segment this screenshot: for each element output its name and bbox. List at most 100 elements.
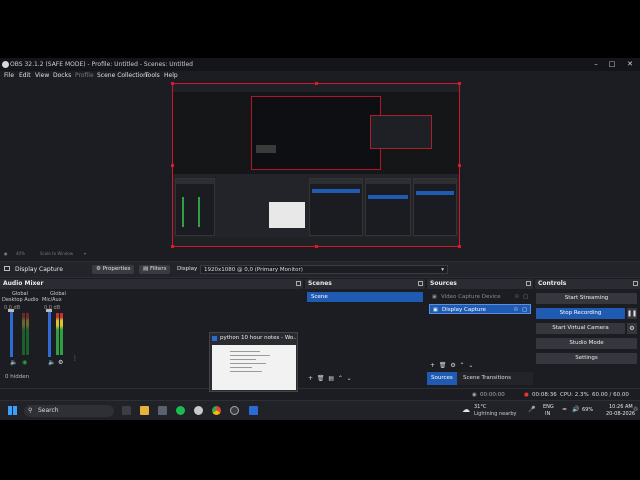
chrome-icon[interactable]: [212, 406, 221, 415]
mixer-menu-icon[interactable]: ⋮: [72, 355, 78, 362]
weather-temp: 31°C: [474, 404, 487, 410]
start-streaming-button[interactable]: Start Streaming: [536, 293, 637, 304]
volume-slider[interactable]: [48, 309, 51, 357]
filter-icon[interactable]: ▤: [328, 375, 334, 382]
controls-header: Controls: [535, 279, 640, 289]
hidden-count: 0 hidden: [5, 374, 30, 380]
menu-scene-collection[interactable]: Scene Collection: [97, 71, 147, 81]
zoom-level[interactable]: 40%: [16, 249, 25, 259]
undock-icon[interactable]: [633, 281, 638, 286]
lock-icon[interactable]: □: [523, 292, 528, 302]
chevron-down-icon[interactable]: ▾: [84, 249, 86, 259]
undock-icon[interactable]: [418, 281, 423, 286]
preview-area[interactable]: [0, 81, 640, 249]
lock-icon[interactable]: □: [522, 305, 527, 315]
nested-panels: [173, 174, 459, 244]
trash-icon[interactable]: 🗑: [439, 362, 447, 369]
wifi-icon[interactable]: ≈: [562, 406, 567, 413]
spotify-icon[interactable]: [176, 406, 185, 415]
clock-date[interactable]: 20-08-2026: [606, 411, 635, 417]
search-icon: ⚲: [28, 407, 33, 414]
store-icon[interactable]: [158, 406, 167, 415]
scale-to-window[interactable]: Scale to Window: [40, 249, 73, 259]
undock-icon[interactable]: [296, 281, 301, 286]
chevron-down-icon: ▾: [441, 267, 444, 273]
display-select[interactable]: 1920x1080 @ 0,0 (Primary Monitor) ▾: [200, 265, 448, 274]
word-taskbar-icon[interactable]: [249, 406, 258, 415]
maximize-button[interactable]: □: [604, 58, 620, 71]
start-virtual-camera-button[interactable]: Start Virtual Camera: [536, 323, 625, 334]
nested-controls: [413, 178, 457, 236]
nested-scenes: [309, 178, 363, 236]
source-item-display-capture[interactable]: ▣ Display Capture ☉ □: [429, 304, 531, 314]
preview-tools: ● 40% Scale to Window ▾: [0, 249, 640, 259]
speaker-icon[interactable]: 🔊: [572, 406, 579, 413]
chatgpt-icon[interactable]: [194, 406, 203, 415]
chevron-up-icon[interactable]: ⌃: [460, 362, 465, 369]
mic-icon[interactable]: 🎤: [528, 406, 535, 413]
menu-profile[interactable]: Profile: [75, 71, 94, 81]
language[interactable]: ENG: [543, 404, 554, 410]
menu-file[interactable]: File: [4, 71, 14, 81]
nested-title-bar: [173, 84, 459, 92]
file-explorer-icon[interactable]: [140, 406, 149, 415]
preview-canvas[interactable]: [172, 83, 460, 247]
obs-taskbar-icon[interactable]: [230, 406, 239, 415]
stop-recording-button[interactable]: Stop Recording: [536, 308, 625, 319]
clock-time[interactable]: 10:26 AM: [609, 404, 633, 410]
volume-knob[interactable]: [8, 309, 14, 312]
add-icon[interactable]: +: [430, 362, 435, 369]
trash-icon[interactable]: 🗑: [317, 375, 325, 382]
speaker-icon[interactable]: 🔈: [48, 359, 55, 366]
menu-edit[interactable]: Edit: [19, 71, 31, 81]
visibility-off-icon[interactable]: ☉: [515, 292, 519, 302]
audio-mixer-header: Audio Mixer: [0, 279, 303, 289]
windows-taskbar: ⚲ Search ☁ 31°C Lightning nearby 🎤 ENG I…: [0, 400, 640, 421]
menu-tools[interactable]: Tools: [145, 71, 160, 81]
gear-icon: ⚙: [96, 266, 101, 272]
tab-sources[interactable]: Sources: [427, 372, 457, 385]
nested-preview-inner: [370, 115, 432, 149]
menu-bar: File Edit View Docks Profile Scene Colle…: [0, 71, 640, 81]
windows-start-icon[interactable]: [8, 406, 17, 415]
gear-icon[interactable]: ⚙: [58, 359, 63, 366]
sources-header: Sources: [427, 279, 533, 289]
notification-bell-icon[interactable]: ♲: [633, 406, 638, 413]
virtual-camera-settings-button[interactable]: ⚙: [627, 323, 637, 334]
chevron-down-icon[interactable]: ⌄: [347, 375, 352, 382]
minimize-button[interactable]: –: [588, 58, 604, 71]
menu-docks[interactable]: Docks: [53, 71, 71, 81]
menu-help[interactable]: Help: [164, 71, 178, 81]
filters-button[interactable]: ▤ Filters: [139, 265, 171, 274]
volume-knob[interactable]: [46, 309, 52, 312]
weather-icon: ☁: [462, 405, 470, 414]
settings-button[interactable]: Settings: [536, 353, 637, 364]
close-button[interactable]: ✕: [622, 58, 638, 71]
task-view-icon[interactable]: [122, 406, 131, 415]
volume-slider[interactable]: [10, 309, 13, 357]
undock-icon[interactable]: [526, 281, 531, 286]
taskbar-search[interactable]: ⚲ Search: [24, 405, 114, 417]
chevron-up-icon[interactable]: ⌃: [338, 375, 343, 382]
gear-icon: ⚙: [629, 325, 635, 332]
display-label: Display: [177, 266, 198, 272]
taskbar-thumbnail-preview[interactable]: python 10 hour notes - Wo...: [209, 332, 298, 392]
properties-button[interactable]: ⚙ Properties: [92, 265, 135, 274]
chevron-down-icon[interactable]: ⌄: [468, 362, 473, 369]
battery-level: 69%: [582, 407, 594, 413]
eye-icon[interactable]: ☉: [514, 305, 518, 315]
pause-recording-button[interactable]: ❚❚: [627, 308, 637, 319]
add-icon[interactable]: +: [308, 375, 313, 382]
region: IN: [545, 411, 551, 417]
gear-icon[interactable]: ⚙: [450, 362, 455, 369]
monitor-icon: [4, 266, 10, 271]
menu-view[interactable]: View: [35, 71, 49, 81]
lock-preview-icon[interactable]: ●: [4, 249, 8, 259]
scene-item[interactable]: Scene: [307, 292, 423, 302]
studio-mode-button[interactable]: Studio Mode: [536, 338, 637, 349]
speaker-icon[interactable]: 🔈: [10, 359, 17, 366]
source-item-video-capture[interactable]: ▣ Video Capture Device ☉ □: [429, 292, 531, 302]
screen-top-black-band: [0, 0, 640, 58]
monitor-audio-icon[interactable]: ◉: [22, 359, 27, 366]
tab-scene-transitions[interactable]: Scene Transitions: [463, 372, 511, 385]
